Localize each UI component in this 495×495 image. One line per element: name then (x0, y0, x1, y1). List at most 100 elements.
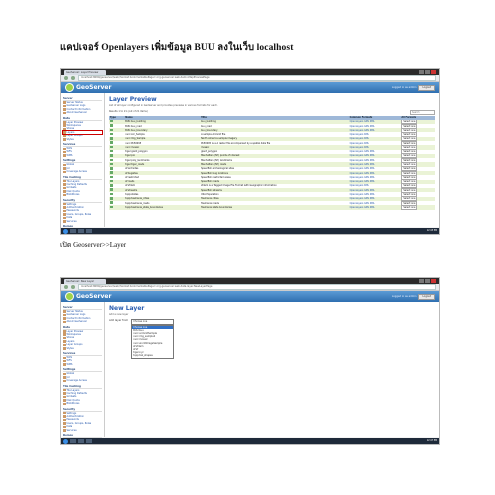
maximize-icon[interactable] (425, 70, 430, 74)
sidebar-item-icon (63, 154, 66, 157)
maximize-icon[interactable] (425, 279, 430, 283)
taskbar-app-icon[interactable] (78, 439, 84, 443)
common-formats-cell-text[interactable]: OpenLayers KML (350, 142, 369, 145)
common-formats-cell-text[interactable]: OpenLayers KML (350, 184, 369, 187)
common-formats-cell-text[interactable]: OpenLayers KML (350, 137, 369, 140)
sidebar-item[interactable]: Coverage Access (63, 170, 102, 173)
sidebar-item-icon (63, 379, 66, 383)
address-bar[interactable]: localhost:8080/geoserver/web/?wicket:boo… (78, 75, 436, 81)
start-icon[interactable] (63, 438, 68, 444)
sidebar-item-icon (63, 170, 66, 174)
sidebar-item[interactable]: BlobStores (63, 402, 102, 405)
common-formats-cell-text[interactable]: OpenLayers GML KML (350, 193, 375, 196)
layer-type-icon (110, 197, 113, 200)
sidebar-item[interactable]: Coverage Access (63, 379, 102, 382)
layer-name-cell-text: topp:tasmania_roads (125, 201, 150, 205)
browser-tab[interactable]: GeoServer: Layer Preview (64, 69, 106, 75)
common-formats-cell-text[interactable]: OpenLayers GML KML (350, 129, 375, 132)
sidebar-item-icon (63, 104, 66, 108)
layer-name-cell-text: sf:bugsites (125, 171, 138, 175)
forward-icon[interactable] (71, 76, 75, 80)
start-icon[interactable] (63, 228, 68, 234)
all-formats-select[interactable]: Select one (400, 205, 435, 210)
forward-icon[interactable] (71, 285, 75, 289)
sidebar-item-icon (63, 320, 66, 324)
dropdown-option[interactable]: topp:taz_shapes (132, 354, 173, 357)
common-formats-cell-text[interactable]: OpenLayers GML KML (350, 172, 375, 175)
layer-name-cell-text: nurc:Arc_Sample (125, 133, 145, 137)
common-formats-cell[interactable]: OpenLayers GML KML (348, 205, 401, 210)
common-formats-cell-text[interactable]: OpenLayers GML KML (350, 176, 375, 179)
common-formats-cell-text[interactable]: OpenLayers GML KML (350, 189, 375, 192)
common-formats-cell-text[interactable]: OpenLayers KML (350, 133, 369, 136)
layer-title-cell-text: North America sample imagery (201, 137, 237, 141)
sidebar-item-icon (63, 363, 66, 366)
sidebar-item-icon (63, 313, 66, 317)
sidebar-item[interactable]: About GeoServer (63, 320, 102, 323)
sidebar-item-icon (63, 402, 66, 406)
geoserver-logo[interactable]: GeoServer (65, 292, 111, 301)
sidebar-item[interactable]: About GeoServer (63, 111, 102, 114)
layer-name-cell-text: topp:tasmania_state_boundaries (125, 205, 163, 209)
minimize-icon[interactable] (419, 70, 424, 74)
logout-button[interactable]: Logout (418, 84, 435, 91)
sidebar-item-label: BlobStores (66, 193, 80, 197)
sidebar-item[interactable]: Styles (63, 138, 102, 141)
store-dropdown[interactable]: Choose one Choose one BUU:buu nurc:arcGrid… (131, 319, 175, 359)
layer-type-icon (110, 158, 113, 162)
screenshot-layer-preview: GeoServer: Layer Preview localhost:8080/… (60, 68, 440, 235)
common-formats-cell-text[interactable]: OpenLayers GML KML (350, 167, 375, 170)
common-formats-cell-text[interactable]: OpenLayers GML KML (350, 120, 375, 123)
layer-title-cell-text: Manhattan (NY) landmarks (201, 158, 232, 162)
common-formats-cell-text[interactable]: OpenLayers GML KML (350, 197, 375, 200)
screenshot-new-layer: GeoServer: New Layer localhost:8080/geos… (60, 277, 440, 445)
back-icon[interactable] (64, 76, 68, 80)
sidebar-item[interactable]: Styles (63, 347, 102, 350)
layer-type-icon (110, 175, 113, 179)
browser-tab[interactable]: GeoServer: New Layer (64, 278, 106, 284)
geoserver-logo-icon (65, 292, 74, 301)
sidebar-item[interactable]: BlobStores (63, 193, 102, 196)
sidebar-item[interactable]: Services (63, 429, 102, 432)
taskbar-app-icon[interactable] (86, 229, 92, 233)
sidebar-item-icon (63, 163, 66, 167)
layer-title-cell-text: A sample ArcGrid file (201, 133, 226, 137)
layer-name-cell-text: topp:tasmania_cities (125, 197, 150, 201)
close-icon[interactable] (431, 70, 436, 74)
address-bar[interactable]: localhost:8080/geoserver/web/?wicket:boo… (78, 284, 436, 290)
geoserver-logo[interactable]: GeoServer (65, 83, 111, 92)
taskbar-clock: 12:45 PM (426, 228, 437, 232)
common-formats-cell-text[interactable]: OpenLayers GML KML (350, 206, 375, 209)
search-input[interactable]: Search (410, 110, 435, 115)
common-formats-cell-text[interactable]: OpenLayers GML KML (350, 159, 375, 162)
taskbar-app-icon[interactable] (78, 229, 84, 233)
sidebar-item[interactable]: WMS (63, 154, 102, 157)
taskbar: 12:45 PM (61, 228, 439, 234)
common-formats-cell-text[interactable]: OpenLayers GML KML (350, 180, 375, 183)
taskbar-app-icon[interactable] (70, 229, 76, 233)
layer-type-icon (110, 179, 113, 183)
layer-type-icon (110, 192, 113, 196)
common-formats-cell-text[interactable]: OpenLayers GML KML (350, 150, 375, 153)
sidebar-item[interactable]: WMS (63, 363, 102, 366)
sidebar-item-label: Styles (66, 346, 74, 350)
sidebar-item-icon (63, 190, 66, 193)
common-formats-cell-text[interactable]: OpenLayers GML KML (350, 154, 375, 157)
taskbar-app-icon[interactable] (70, 439, 76, 443)
logout-button[interactable]: Logout (418, 293, 435, 300)
all-formats-select-text[interactable]: Select one (401, 205, 418, 210)
sidebar-item-icon (63, 101, 66, 104)
layer-type-icon (110, 162, 113, 166)
common-formats-cell-text[interactable]: OpenLayers GML KML (350, 163, 375, 166)
sidebar-item[interactable]: Services (63, 220, 102, 223)
layer-type-icon (110, 141, 113, 144)
back-icon[interactable] (64, 285, 68, 289)
common-formats-cell-text[interactable]: OpenLayers GML KML (350, 125, 375, 128)
minimize-icon[interactable] (419, 279, 424, 283)
common-formats-cell-text[interactable]: OpenLayers GML KML (350, 202, 375, 205)
taskbar-app-icon[interactable] (86, 439, 92, 443)
close-icon[interactable] (431, 279, 436, 283)
common-formats-cell-text[interactable]: OpenLayers KML (350, 146, 369, 149)
sidebar-item-icon (63, 213, 66, 216)
sidebar-item-icon (63, 108, 66, 111)
